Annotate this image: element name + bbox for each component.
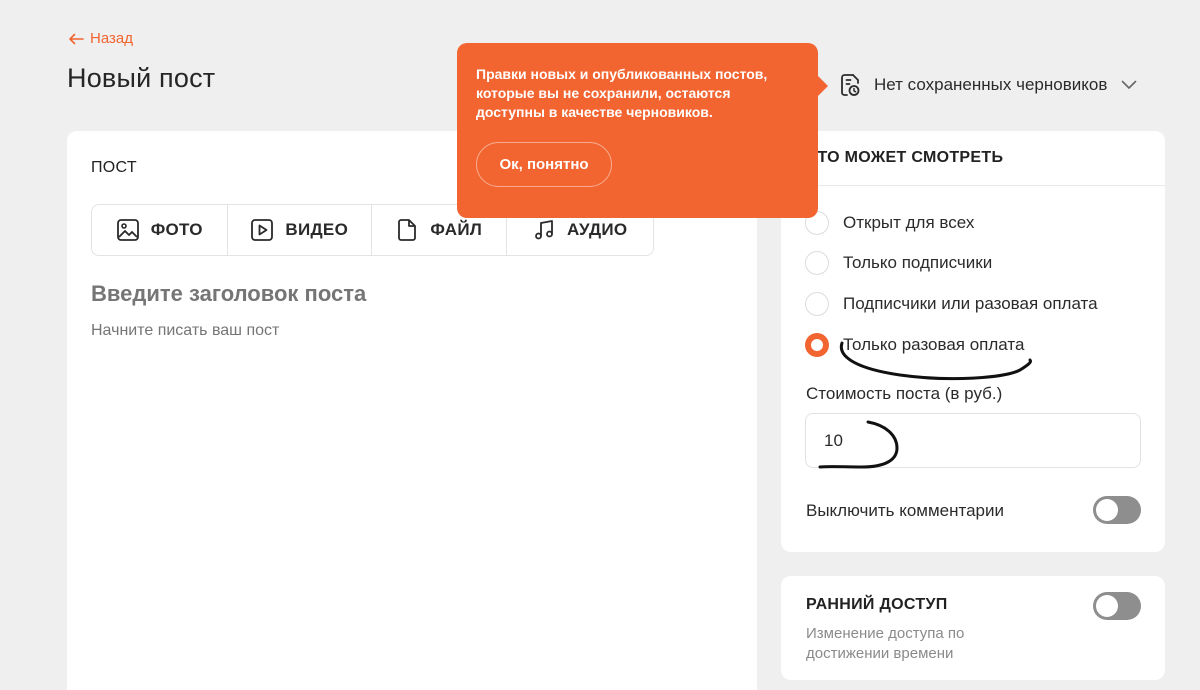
visibility-option-subscribers-or-payment[interactable]: Подписчики или разовая оплата: [805, 292, 1098, 316]
price-label: Стоимость поста (в руб.): [806, 384, 1003, 403]
video-icon: [251, 219, 274, 241]
radio-one-time-payment[interactable]: [805, 333, 829, 357]
post-section-label: ПОСТ: [91, 159, 137, 176]
disable-comments-toggle[interactable]: [1093, 496, 1141, 524]
chevron-down-icon: [1122, 80, 1137, 89]
visibility-option-one-time-payment[interactable]: Только разовая оплата: [805, 333, 1024, 357]
add-video-button[interactable]: ВИДЕО: [228, 205, 372, 255]
arrow-left-icon: [69, 33, 84, 44]
post-title-input[interactable]: [91, 281, 691, 307]
drafts-tooltip: Правки новых и опубликованных постов, ко…: [457, 43, 828, 218]
drafts-label: Нет сохраненных черновиков: [874, 75, 1108, 94]
visibility-header: КТО МОЖЕТ СМОТРЕТЬ: [781, 131, 1165, 186]
visibility-option-label: Только разовая оплата: [843, 335, 1025, 354]
back-link[interactable]: Назад: [68, 30, 133, 47]
add-photo-button[interactable]: ФОТО: [92, 205, 228, 255]
early-access-panel: РАННИЙ ДОСТУП Изменение доступа по дости…: [781, 576, 1165, 680]
tooltip-text: Правки новых и опубликованных постов, ко…: [476, 66, 768, 120]
image-icon: [116, 219, 139, 241]
radio-subscribers-or-payment[interactable]: [805, 292, 829, 316]
add-file-label: ФАЙЛ: [430, 220, 483, 239]
radio-subscribers[interactable]: [805, 251, 829, 275]
visibility-option-subscribers[interactable]: Только подписчики: [805, 251, 992, 275]
visibility-option-label: Открыт для всех: [843, 213, 975, 232]
early-access-toggle[interactable]: [1093, 592, 1141, 620]
file-icon: [398, 219, 417, 241]
add-audio-label: АУДИО: [567, 220, 628, 239]
visibility-option-public[interactable]: Открыт для всех: [805, 211, 974, 235]
tooltip-ok-button[interactable]: Ок, понятно: [476, 142, 612, 187]
early-access-description: Изменение доступа по достижении времени: [806, 625, 965, 662]
post-body-input[interactable]: [91, 322, 691, 340]
visibility-option-label: Подписчики или разовая оплата: [843, 294, 1098, 313]
visibility-panel: КТО МОЖЕТ СМОТРЕТЬ Открыт для всех Тольк…: [781, 131, 1165, 552]
visibility-option-label: Только подписчики: [843, 253, 993, 272]
price-input[interactable]: [805, 413, 1141, 468]
disable-comments-label: Выключить комментарии: [806, 501, 1004, 520]
add-video-label: ВИДЕО: [285, 220, 349, 239]
back-label: Назад: [90, 30, 133, 47]
early-access-title: РАННИЙ ДОСТУП: [806, 596, 948, 613]
draft-history-icon: [841, 74, 860, 96]
add-photo-label: ФОТО: [150, 220, 203, 239]
drafts-dropdown[interactable]: Нет сохраненных черновиков: [838, 72, 1137, 98]
page-title: Новый пост: [67, 63, 216, 93]
music-note-icon: [535, 220, 553, 240]
